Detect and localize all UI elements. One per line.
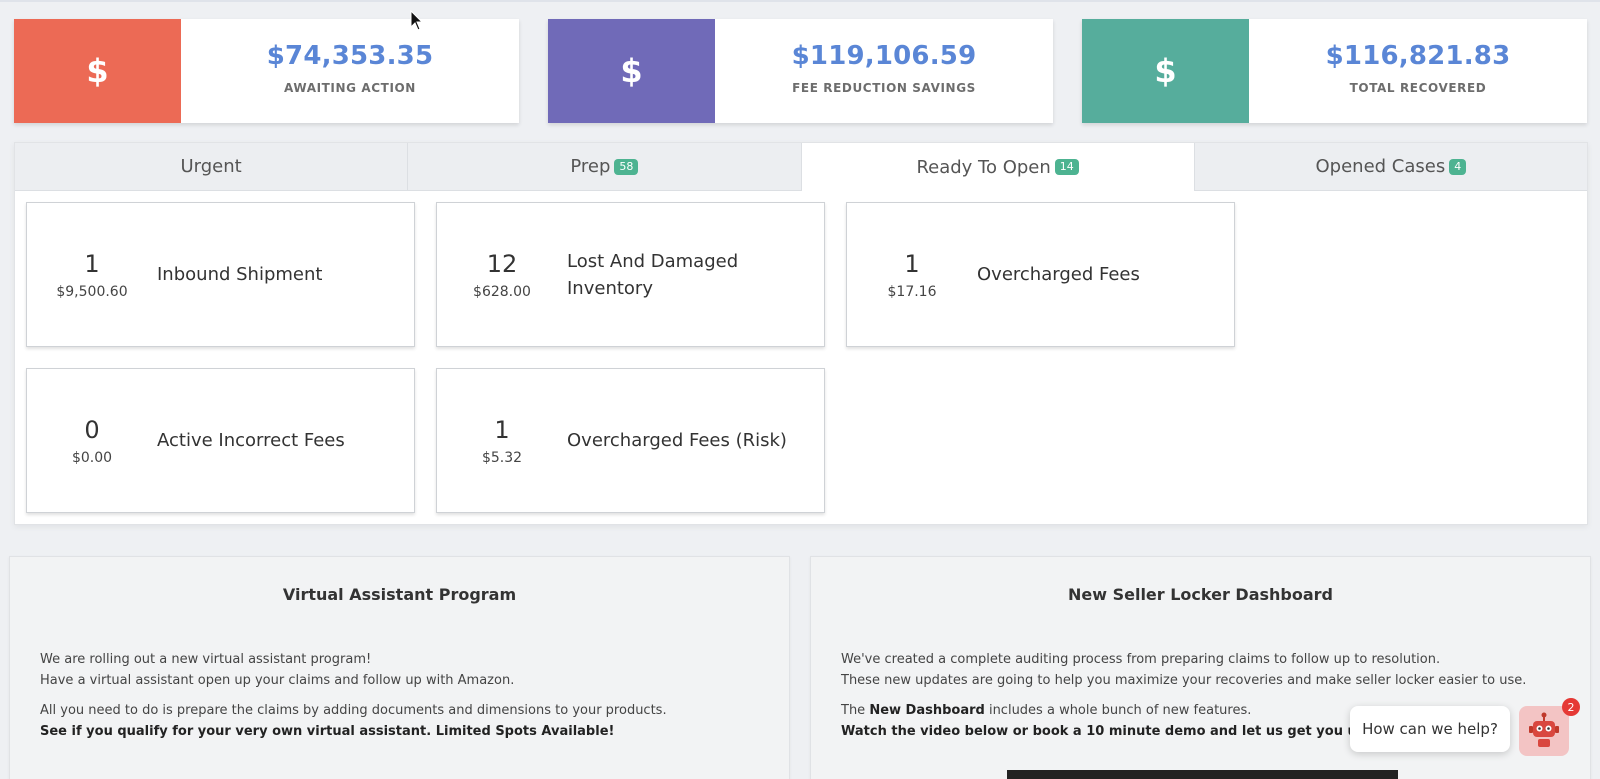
card-text: We are rolling out a new virtual assista… (40, 652, 372, 667)
card-title: New Seller Locker Dashboard (1067, 585, 1334, 604)
chat-prompt-bubble[interactable]: How can we help? (1350, 706, 1510, 752)
card-text: We've created a complete auditing proces… (841, 652, 1441, 667)
tab-ready-to-open[interactable]: Ready To Open 14 (801, 143, 1195, 191)
tab-label: Urgent (180, 156, 242, 177)
stat-card-awaiting-action[interactable]: $ $74,353.35 AWAITING ACTION (14, 19, 519, 123)
card-text: These new updates are going to help you … (841, 673, 1527, 688)
tile-label: Inbound Shipment (157, 264, 323, 285)
card-text-bold: See if you qualify for your very own vir… (40, 724, 615, 739)
tab-opened-cases[interactable]: Opened Cases 4 (1194, 143, 1587, 191)
tile-overcharged-fees-risk[interactable]: 1 $5.32 Overcharged Fees (Risk) (436, 368, 825, 513)
tile-label: Lost And Damaged Inventory (567, 250, 739, 299)
claims-panel: Urgent Prep 58 Ready To Open 14 Opened C… (14, 142, 1588, 525)
tab-urgent[interactable]: Urgent (15, 143, 409, 191)
card-text: Have a virtual assistant open up your cl… (40, 673, 515, 688)
video-player[interactable] (1007, 770, 1398, 779)
stat-amount: $119,106.59 (791, 41, 977, 71)
tile-amount: $9,500.60 (56, 283, 128, 300)
dollar-icon: $ (1082, 19, 1249, 123)
tab-label: Prep (570, 156, 611, 177)
tile-amount: $17.16 (887, 283, 937, 300)
tile-count: 12 (486, 249, 518, 278)
tile-label: Active Incorrect Fees (157, 430, 345, 451)
tab-bar: Urgent Prep 58 Ready To Open 14 Opened C… (15, 143, 1587, 191)
stats-row: $ $74,353.35 AWAITING ACTION $ $119,106.… (14, 19, 1588, 123)
tile-count: 0 (84, 415, 100, 444)
tile-count: 1 (494, 415, 510, 444)
stat-label: TOTAL RECOVERED (1349, 81, 1487, 95)
stat-amount: $116,821.83 (1325, 41, 1511, 71)
robot-icon (1529, 712, 1559, 747)
tile-amount: $0.00 (71, 449, 113, 466)
tile-active-incorrect-fees[interactable]: 0 $0.00 Active Incorrect Fees (26, 368, 415, 513)
tile-label: Overcharged Fees (977, 264, 1140, 285)
card-title: Virtual Assistant Program (282, 585, 517, 604)
tile-count: 1 (904, 249, 920, 278)
count-badge: 14 (1054, 159, 1079, 175)
tile-label: Overcharged Fees (Risk) (567, 430, 787, 451)
chat-launcher-button[interactable] (1519, 706, 1569, 756)
card-text: All you need to do is prepare the claims… (40, 703, 667, 718)
count-badge: 58 (614, 158, 639, 175)
tile-overcharged-fees[interactable]: 1 $17.16 Overcharged Fees (846, 202, 1235, 347)
count-badge: 4 (1449, 158, 1467, 175)
stat-label: AWAITING ACTION (284, 81, 416, 95)
virtual-assistant-card: Virtual Assistant Program We are rolling… (9, 556, 790, 779)
top-border (0, 0, 1600, 2)
tab-label: Ready To Open (916, 156, 1051, 178)
dollar-icon: $ (14, 19, 181, 123)
dollar-icon: $ (548, 19, 715, 123)
chat-prompt-text: How can we help? (1362, 720, 1498, 738)
tile-inbound-shipment[interactable]: 1 $9,500.60 Inbound Shipment (26, 202, 415, 347)
tile-amount: $5.32 (481, 449, 523, 466)
mouse-cursor-icon (410, 10, 424, 31)
tile-amount: $628.00 (473, 283, 531, 300)
notification-badge: 2 (1562, 698, 1580, 716)
tile-count: 1 (84, 249, 100, 278)
tab-prep[interactable]: Prep 58 (408, 143, 802, 191)
stat-amount: $74,353.35 (266, 41, 434, 71)
tab-label: Opened Cases (1315, 156, 1446, 177)
stat-card-total-recovered[interactable]: $ $116,821.83 TOTAL RECOVERED (1082, 19, 1587, 123)
tile-lost-and-damaged-inventory[interactable]: 12 $628.00 Lost And Damaged Inventory (436, 202, 825, 347)
stat-label: FEE REDUCTION SAVINGS (792, 81, 976, 95)
stat-card-fee-reduction-savings[interactable]: $ $119,106.59 FEE REDUCTION SAVINGS (548, 19, 1053, 123)
